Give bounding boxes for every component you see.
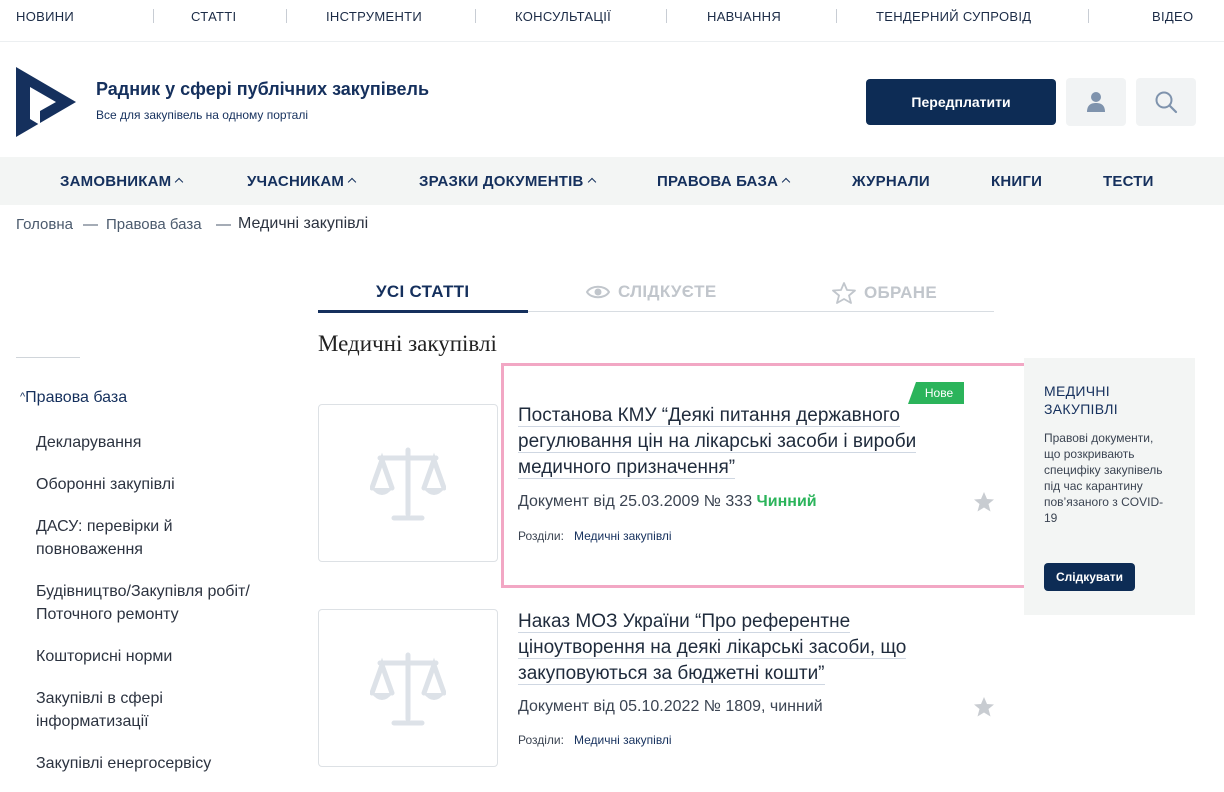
article-thumbnail[interactable] (318, 404, 498, 562)
topic-promo-panel: МЕДИЧНІ ЗАКУПІВЛІ Правові документи, що … (1024, 358, 1195, 615)
search-icon (1155, 91, 1178, 114)
menu-journals[interactable]: ЖУРНАЛИ (852, 173, 930, 190)
top-nav-divider (286, 9, 287, 23)
menu-legal-base-label: ПРАВОВА БАЗА (657, 173, 779, 190)
sidebar-item-cost-norms[interactable]: Кошторисні норми (36, 645, 276, 668)
article-sections-label: Розділи: (518, 733, 564, 747)
eye-icon (586, 285, 610, 299)
top-nav-consultations[interactable]: КОНСУЛЬТАЦІЇ (515, 9, 611, 24)
star-outline-icon (832, 282, 856, 304)
site-title[interactable]: Радник у сфері публічних закупівель (96, 79, 429, 100)
section-title: Медичні закупівлі (318, 331, 497, 356)
breadcrumb-separator: — (216, 216, 231, 233)
sidebar-item-declaration[interactable]: Декларування (36, 431, 276, 454)
top-nav-video[interactable]: ВІДЕО (1152, 9, 1193, 24)
main-menu: ЗАМОВНИКАМ УЧАСНИКАМ ЗРАЗКИ ДОКУМЕНТІВ П… (0, 157, 1224, 205)
site-logo[interactable] (16, 67, 76, 137)
top-nav-divider (836, 9, 837, 23)
top-nav-divider (666, 9, 667, 23)
article-sections: Розділи: Медичні закупівлі (518, 733, 672, 747)
menu-books[interactable]: КНИГИ (991, 173, 1042, 190)
chevron-up-icon (781, 177, 791, 187)
article-thumbnail[interactable] (318, 609, 498, 767)
menu-document-samples-label: ЗРАЗКИ ДОКУМЕНТІВ (419, 173, 584, 190)
menu-participants-label: УЧАСНИКАМ (247, 173, 345, 190)
tab-following-label: СЛІДКУЄТЕ (618, 282, 717, 301)
sidebar-heading-label: Правова база (25, 389, 128, 406)
top-nav: НОВИНИ СТАТТІ ІНСТРУМЕНТИ КОНСУЛЬТАЦІЇ Н… (0, 0, 1224, 42)
menu-legal-base[interactable]: ПРАВОВА БАЗА (657, 173, 791, 190)
sidebar-item-informatization[interactable]: Закупівлі в сфері інформатизації (36, 687, 256, 733)
promo-title: МЕДИЧНІ ЗАКУПІВЛІ (1044, 383, 1118, 417)
favorite-star-icon[interactable] (972, 695, 996, 719)
sidebar-item-defense[interactable]: Оборонні закупівлі (36, 473, 276, 496)
breadcrumb-separator: — (83, 216, 98, 233)
chevron-up-icon (587, 177, 596, 187)
menu-customers[interactable]: ЗАМОВНИКАМ (60, 173, 184, 190)
article-section-link[interactable]: Медичні закупівлі (574, 733, 672, 747)
top-nav-news[interactable]: НОВИНИ (16, 9, 74, 24)
scales-icon (370, 447, 446, 521)
sidebar-heading[interactable]: ^Правова база (20, 389, 127, 407)
top-nav-tender-support[interactable]: ТЕНДЕРНИЙ СУПРОВІД (876, 9, 1031, 24)
chevron-up-icon: ^ (20, 391, 26, 403)
site-subtitle: Все для закупівель на одному порталі (96, 108, 309, 122)
menu-tests[interactable]: ТЕСТИ (1103, 173, 1154, 190)
article-title-text: Наказ МОЗ України “Про референтне ціноут… (518, 611, 907, 685)
tab-favorites-label: ОБРАНЕ (864, 283, 937, 302)
top-nav-training[interactable]: НАВЧАННЯ (707, 9, 781, 24)
subscribe-button[interactable]: Передплатити (866, 79, 1056, 125)
sidebar-item-construction[interactable]: Будівництво/Закупівля робіт/ Поточного р… (36, 580, 291, 626)
tab-all-articles[interactable]: УСІ СТАТТІ (376, 282, 469, 302)
breadcrumb-current: Медичні закупівлі (238, 215, 369, 232)
menu-customers-label: ЗАМОВНИКАМ (60, 173, 172, 190)
sidebar-divider (16, 357, 80, 358)
menu-document-samples[interactable]: ЗРАЗКИ ДОКУМЕНТІВ (419, 173, 596, 190)
chevron-up-icon (347, 177, 357, 187)
top-nav-divider (475, 9, 476, 23)
user-button[interactable] (1066, 78, 1126, 126)
chevron-up-icon (175, 177, 184, 187)
sidebar-item-dasu[interactable]: ДАСУ: перевірки й повноваження (36, 515, 256, 561)
search-button[interactable] (1136, 78, 1196, 126)
tab-following[interactable]: СЛІДКУЄТЕ (586, 282, 717, 302)
active-tab-indicator (318, 310, 528, 313)
menu-participants[interactable]: УЧАСНИКАМ (247, 173, 357, 190)
article-title[interactable]: Наказ МОЗ України “Про референтне ціноут… (518, 609, 978, 687)
top-nav-divider (1088, 9, 1089, 23)
breadcrumb-legal-base[interactable]: Правова база (106, 216, 202, 233)
breadcrumb-home[interactable]: Головна (16, 216, 73, 233)
article-doc-info: Документ від 05.10.2022 № 1809, чинний (518, 698, 823, 715)
new-badge: Нове (908, 382, 964, 404)
tab-favorites[interactable]: ОБРАНЕ (832, 282, 937, 304)
scales-icon (370, 652, 446, 726)
follow-button[interactable]: Слідкувати (1044, 563, 1135, 591)
top-nav-tools[interactable]: ІНСТРУМЕНТИ (326, 9, 422, 24)
user-icon (1087, 92, 1105, 112)
top-nav-articles[interactable]: СТАТТІ (191, 9, 236, 24)
top-nav-divider (153, 9, 154, 23)
sidebar-item-energy-service[interactable]: Закупівлі енергосервісу (36, 752, 276, 775)
promo-description: Правові документи, що розкривають специф… (1044, 431, 1164, 525)
